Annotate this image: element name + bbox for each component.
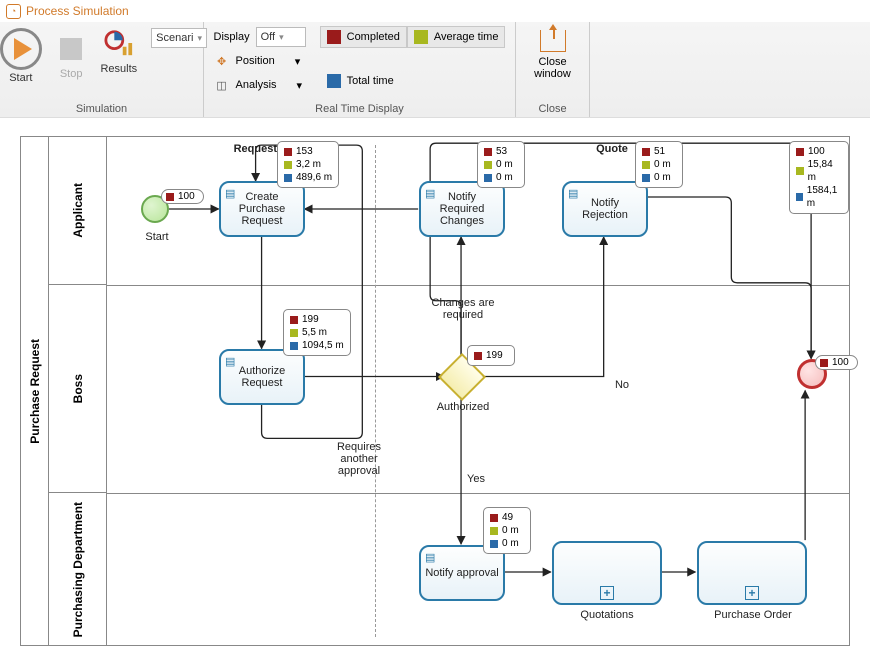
scenario-value: Scenari: [156, 32, 193, 44]
lane-separator: [107, 285, 849, 286]
play-icon: [0, 28, 42, 70]
ribbon-group-close: Close window Close: [516, 22, 590, 117]
legend-completed[interactable]: Completed: [320, 26, 407, 48]
expand-icon: +: [745, 586, 759, 600]
stop-label: Stop: [60, 68, 83, 80]
chevron-down-icon: ▾: [279, 32, 284, 43]
expand-icon: +: [600, 586, 614, 600]
legend-avg[interactable]: Average time: [407, 26, 506, 48]
subprocess-quotations[interactable]: +: [552, 541, 662, 605]
task-type-icon: ▤: [425, 187, 435, 200]
results-icon: [104, 28, 134, 61]
close-icon: [540, 30, 566, 52]
rtd-group-label: Real Time Display: [315, 101, 404, 115]
display-dropdown[interactable]: Off ▾: [256, 27, 306, 47]
edge-requires-another-label: Requires another approval: [329, 441, 389, 477]
pool-label: Purchase Request: [21, 137, 49, 645]
lane-applicant: Applicant: [49, 137, 107, 285]
end-count-badge: 100: [815, 355, 858, 370]
lane-separator: [107, 493, 849, 494]
scenario-dropdown[interactable]: Scenari ▾: [151, 28, 207, 48]
results-button[interactable]: Results: [96, 26, 141, 77]
tooltip-create: 153 3,2 m 489,6 m: [277, 141, 339, 188]
tooltip-changes: 53 0 m 0 m: [477, 141, 525, 188]
lane-purchasing: Purchasing Department: [49, 493, 107, 646]
task-create-request[interactable]: ▤ Create Purchase Request: [219, 181, 305, 237]
legend-total-label: Total time: [347, 75, 394, 87]
legend-completed-label: Completed: [347, 31, 400, 43]
subprocess-purchase-order[interactable]: +: [697, 541, 807, 605]
chevron-down-icon: ▾: [295, 55, 301, 68]
task-notify-changes[interactable]: ▤ Notify Required Changes: [419, 181, 505, 237]
results-label: Results: [100, 63, 137, 75]
edge-yes-label: Yes: [467, 473, 497, 485]
task-type-icon: ▤: [225, 355, 235, 368]
tooltip-gateway: 199: [467, 345, 515, 366]
ribbon-group-rtd: Display Off ▾ ✥ Position ▾ ◫ Analysis ▾: [204, 22, 516, 117]
start-event-label: Start: [137, 231, 177, 243]
close-window-button[interactable]: Close window: [524, 26, 581, 84]
start-label: Start: [9, 72, 32, 84]
close-window-label: Close window: [532, 56, 573, 80]
task-type-icon: ▤: [425, 551, 435, 564]
analysis-label: Analysis: [236, 79, 277, 91]
display-value: Off: [261, 31, 275, 43]
chevron-down-icon: ▾: [297, 79, 303, 92]
bpmn-diagram: Purchase Request Applicant Boss Purchasi…: [20, 136, 850, 646]
task-type-icon: ▤: [568, 187, 578, 200]
pool-name: Purchase Request: [28, 339, 42, 444]
tooltip-end: 100 15,84 m 1584,1 m: [789, 141, 849, 214]
stop-button[interactable]: Stop: [56, 26, 87, 82]
tooltip-authorize: 199 5,5 m 1094,5 m: [283, 309, 351, 356]
task-type-icon: ▤: [225, 187, 235, 200]
chart-icon: ◫: [214, 79, 230, 92]
position-dropdown[interactable]: ✥ Position ▾: [214, 50, 306, 72]
gateway-label: Authorized: [433, 401, 493, 413]
task-authorize-request[interactable]: ▤ Authorize Request: [219, 349, 305, 405]
edge-quote-label: Quote: [587, 143, 637, 155]
position-label: Position: [236, 55, 275, 67]
task-notify-rejection[interactable]: ▤ Notify Rejection: [562, 181, 648, 237]
edge-changes-label: Changes are required: [423, 297, 503, 321]
tooltip-approval: 49 0 m 0 m: [483, 507, 531, 554]
window-title: Process Simulation: [26, 4, 129, 18]
start-count-badge: 100: [161, 189, 204, 204]
edge-no-label: No: [607, 379, 637, 391]
quotations-label: Quotations: [562, 609, 652, 621]
title-bar: ◔ Process Simulation: [0, 0, 870, 22]
crosshair-icon: ✥: [214, 55, 230, 68]
ribbon-group-simulation: Start Stop Results Scenari ▾ Simulation: [0, 22, 204, 117]
edge-request-label: Request: [217, 143, 277, 155]
close-group-label: Close: [538, 101, 566, 115]
start-button[interactable]: Start: [0, 26, 46, 86]
chevron-down-icon: ▾: [197, 33, 202, 44]
legend-avg-label: Average time: [434, 31, 499, 43]
app-icon: ◔: [6, 4, 21, 19]
purchase-order-label: Purchase Order: [703, 609, 803, 621]
analysis-dropdown[interactable]: ◫ Analysis ▾: [214, 74, 306, 96]
tooltip-reject: 51 0 m 0 m: [635, 141, 683, 188]
lane-boss: Boss: [49, 285, 107, 493]
legend-color-total: [327, 74, 341, 88]
simulation-group-label: Simulation: [76, 101, 127, 115]
ribbon: Start Stop Results Scenari ▾ Simulation: [0, 22, 870, 118]
stop-icon: [60, 38, 82, 60]
display-label: Display: [214, 31, 250, 43]
legend-color-completed: [327, 30, 341, 44]
lane-column: Applicant Boss Purchasing Department: [49, 137, 107, 645]
diagram-canvas[interactable]: Start 100 100 ▤ Create Purchase Request …: [107, 137, 849, 645]
phase-separator: [375, 145, 376, 637]
legend-color-avg: [414, 30, 428, 44]
legend-total[interactable]: Total time: [320, 70, 407, 92]
